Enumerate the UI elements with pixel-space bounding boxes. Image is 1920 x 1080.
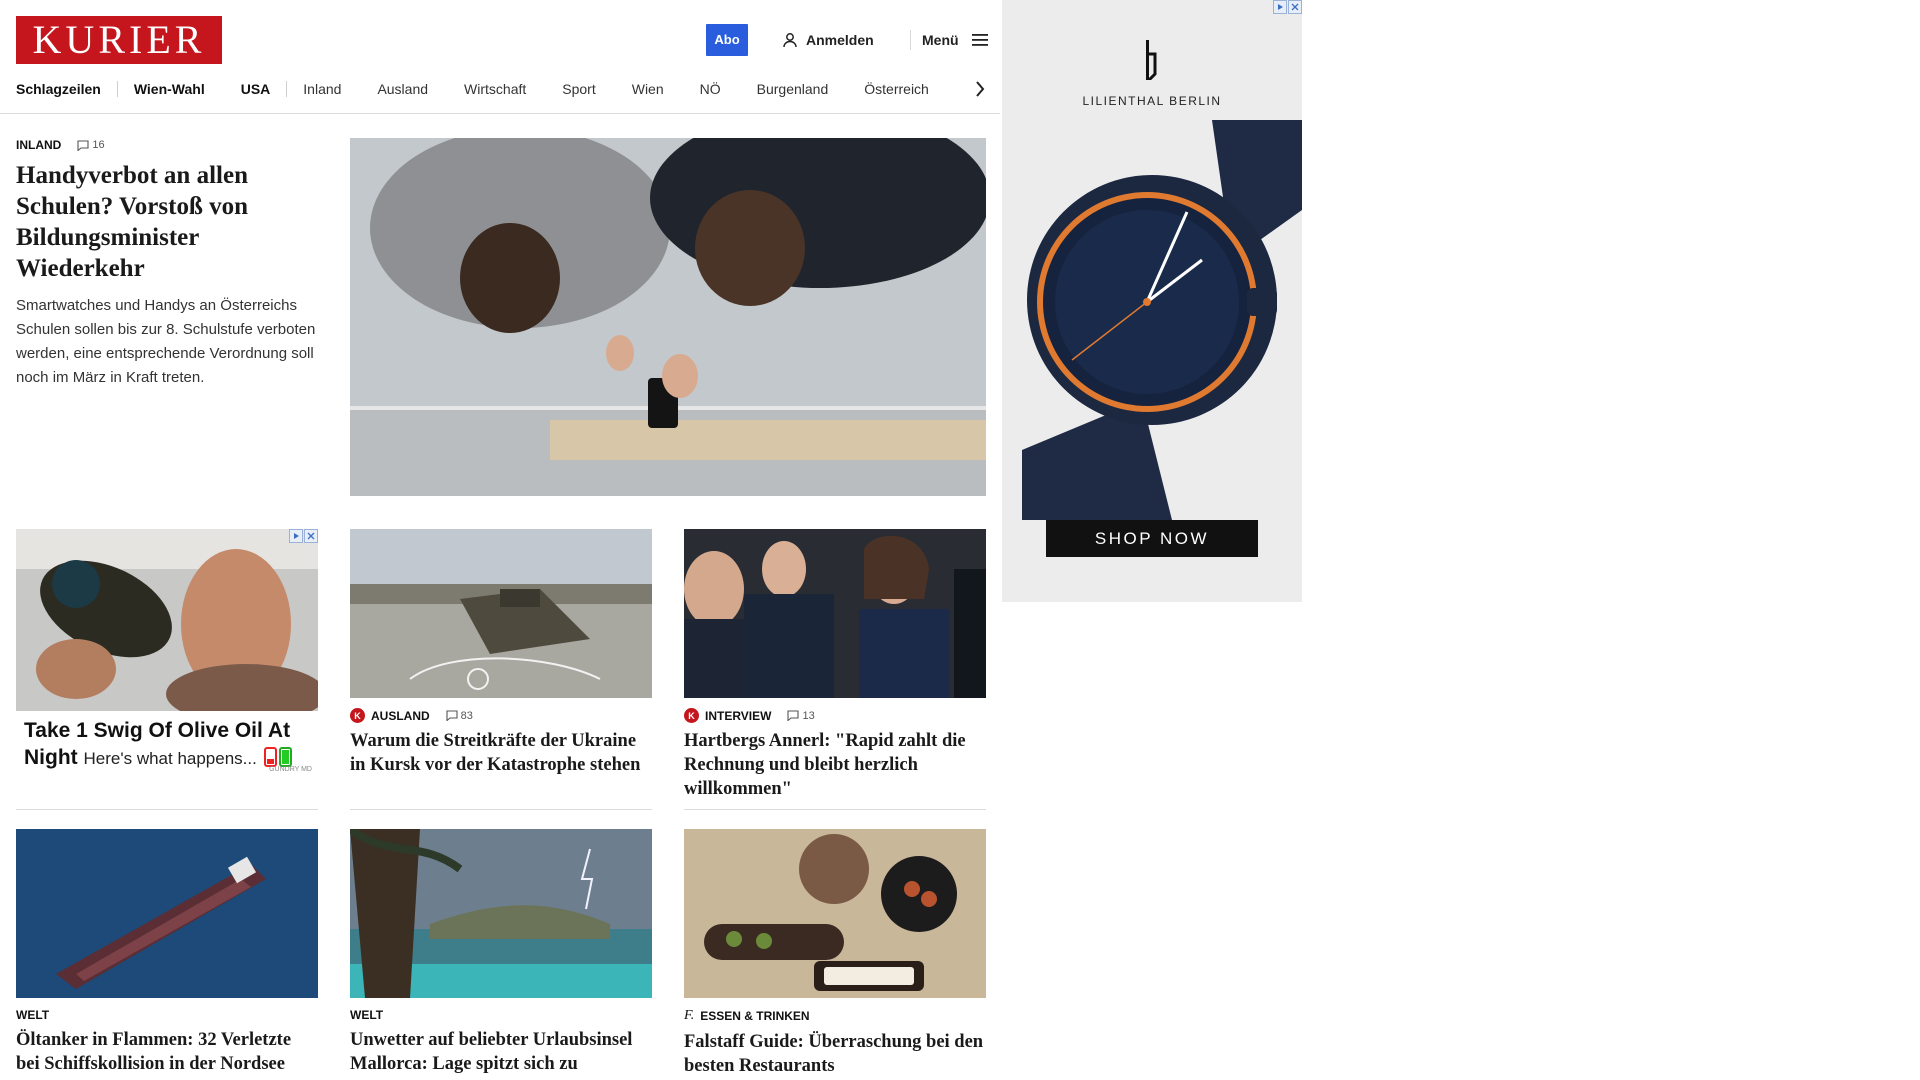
category-label: ESSEN & TRINKEN (700, 1009, 810, 1023)
tanker-photo (16, 829, 318, 998)
nav-item-noe[interactable]: NÖ (700, 81, 721, 97)
close-icon[interactable] (304, 529, 318, 543)
article-title[interactable]: Falstaff Guide: Überraschung bei den bes… (684, 1030, 986, 1078)
shop-now-button[interactable]: SHOP NOW (1046, 520, 1258, 557)
header-divider (910, 30, 911, 50)
article-image (350, 829, 652, 998)
battery-icon (263, 747, 292, 767)
falstaff-icon: f. (684, 1008, 695, 1023)
article-title[interactable]: Warum die Streitkräfte der Ukraine in Ku… (350, 729, 652, 777)
top-story[interactable]: INLAND 16 Handyverbot an allen Schulen? … (16, 138, 322, 390)
comment-icon (77, 139, 89, 151)
article-card[interactable]: WELT Öltanker in Flammen: 32 Verletzte b… (16, 829, 318, 1076)
category-label: INTERVIEW (705, 708, 772, 723)
article-card[interactable]: K INTERVIEW 13 Hartbergs Annerl: "Rapid … (684, 529, 986, 801)
comment-icon (787, 710, 800, 721)
close-icon[interactable] (1288, 0, 1302, 14)
top-story-teaser: Smartwatches und Handys an Österreichs S… (16, 297, 316, 386)
ad-choices[interactable] (289, 529, 318, 543)
chevron-right-icon[interactable] (972, 78, 988, 100)
card-divider (350, 809, 652, 810)
category-label: WELT (350, 1008, 384, 1022)
comment-count[interactable]: 83 (446, 710, 473, 722)
menu-label: Menü (922, 32, 959, 48)
hamburger-icon (971, 34, 988, 46)
article-image (684, 529, 986, 698)
kurier-plus-badge: K (350, 708, 365, 723)
nav-item-sport[interactable]: Sport (562, 81, 595, 97)
section-nav: Schlagzeilen Wien-Wahl USA Inland Auslan… (16, 78, 965, 100)
site-header: KURIER Abo Anmelden Menü Schlagzeilen Wi… (0, 0, 1000, 114)
sponsored-ad[interactable]: Take 1 Swig Of Olive Oil At Night Here's… (16, 529, 318, 781)
tank-photo (350, 529, 652, 698)
ad-subline: Here's what happens... (83, 749, 257, 768)
top-story-image[interactable] (350, 138, 986, 496)
article-kicker: K AUSLAND 83 (350, 708, 652, 723)
ad-headline: Take 1 Swig Of Olive Oil At Night Here's… (24, 717, 314, 772)
article-image (684, 829, 986, 998)
kurier-plus-badge: K (684, 708, 699, 723)
nav-separator (286, 81, 288, 97)
article-title[interactable]: Hartbergs Annerl: "Rapid zahlt die Rechn… (684, 729, 986, 801)
top-story-kicker: INLAND 16 (16, 138, 322, 152)
abo-button[interactable]: Abo (706, 24, 748, 56)
mallorca-storm-photo (350, 829, 652, 998)
kurier-logo[interactable]: KURIER (16, 16, 222, 64)
card-divider (684, 809, 986, 810)
comment-count-value: 16 (92, 139, 105, 151)
comment-count[interactable]: 16 (77, 139, 105, 151)
category-label: WELT (16, 1008, 50, 1022)
article-image (350, 529, 652, 698)
card-divider (16, 809, 318, 810)
article-kicker: WELT (16, 1008, 318, 1022)
ad-choices[interactable] (1273, 0, 1302, 14)
top-story-title[interactable]: Handyverbot an allen Schulen? Vorstoß vo… (16, 160, 322, 284)
nav-item-oesterreich[interactable]: Österreich (864, 81, 929, 97)
lilienthal-logo-icon (1146, 40, 1157, 80)
nav-item-wien[interactable]: Wien (632, 81, 664, 97)
comment-count-value: 13 (802, 709, 815, 722)
nav-item-wien-wahl[interactable]: Wien-Wahl (134, 81, 205, 97)
nav-item-ausland[interactable]: Ausland (377, 81, 428, 97)
user-icon (783, 33, 797, 48)
nav-item-wirtschaft[interactable]: Wirtschaft (464, 81, 526, 97)
nav-item-usa[interactable]: USA (241, 81, 271, 97)
nav-item-inland[interactable]: Inland (303, 81, 341, 97)
adchoices-icon[interactable] (289, 529, 303, 543)
article-image (16, 829, 318, 998)
login-label: Anmelden (806, 32, 874, 48)
article-card[interactable]: WELT Unwetter auf beliebter Urlaubsinsel… (350, 829, 652, 1076)
article-card[interactable]: K AUSLAND 83 Warum die Streitkräfte der … (350, 529, 652, 777)
category-label: INLAND (16, 138, 62, 152)
ad-photo (16, 529, 318, 724)
article-kicker: K INTERVIEW 13 (684, 708, 986, 723)
article-title[interactable]: Unwetter auf beliebter Urlaubsinsel Mall… (350, 1028, 652, 1076)
nav-separator (116, 81, 118, 97)
comment-icon (446, 710, 458, 721)
article-kicker: WELT (350, 1008, 652, 1022)
students-phone-photo (350, 138, 986, 496)
ad-brand-name: LILIENTHAL BERLIN (1082, 94, 1222, 108)
adchoices-icon[interactable] (1273, 0, 1287, 14)
press-conference-photo (684, 529, 986, 698)
nav-item-burgenland[interactable]: Burgenland (757, 81, 829, 97)
article-card[interactable]: f. ESSEN & TRINKEN Falstaff Guide: Überr… (684, 829, 986, 1078)
display-ad-watch[interactable]: LILIENTHAL BERLIN SHOP NOW (1002, 0, 1302, 602)
ad-brand: GUNDRY MD (269, 766, 312, 773)
article-title[interactable]: Öltanker in Flammen: 32 Verletzte bei Sc… (16, 1028, 318, 1076)
nav-item-schlagzeilen[interactable]: Schlagzeilen (16, 81, 101, 97)
article-kicker: f. ESSEN & TRINKEN (684, 1008, 986, 1024)
comment-count-value: 83 (460, 709, 473, 722)
watch-image (1022, 120, 1302, 520)
category-label: AUSLAND (371, 708, 430, 723)
login-button[interactable]: Anmelden (782, 24, 874, 56)
menu-button[interactable]: Menü (922, 24, 989, 56)
food-plates-photo (684, 829, 986, 998)
comment-count[interactable]: 13 (787, 709, 815, 722)
